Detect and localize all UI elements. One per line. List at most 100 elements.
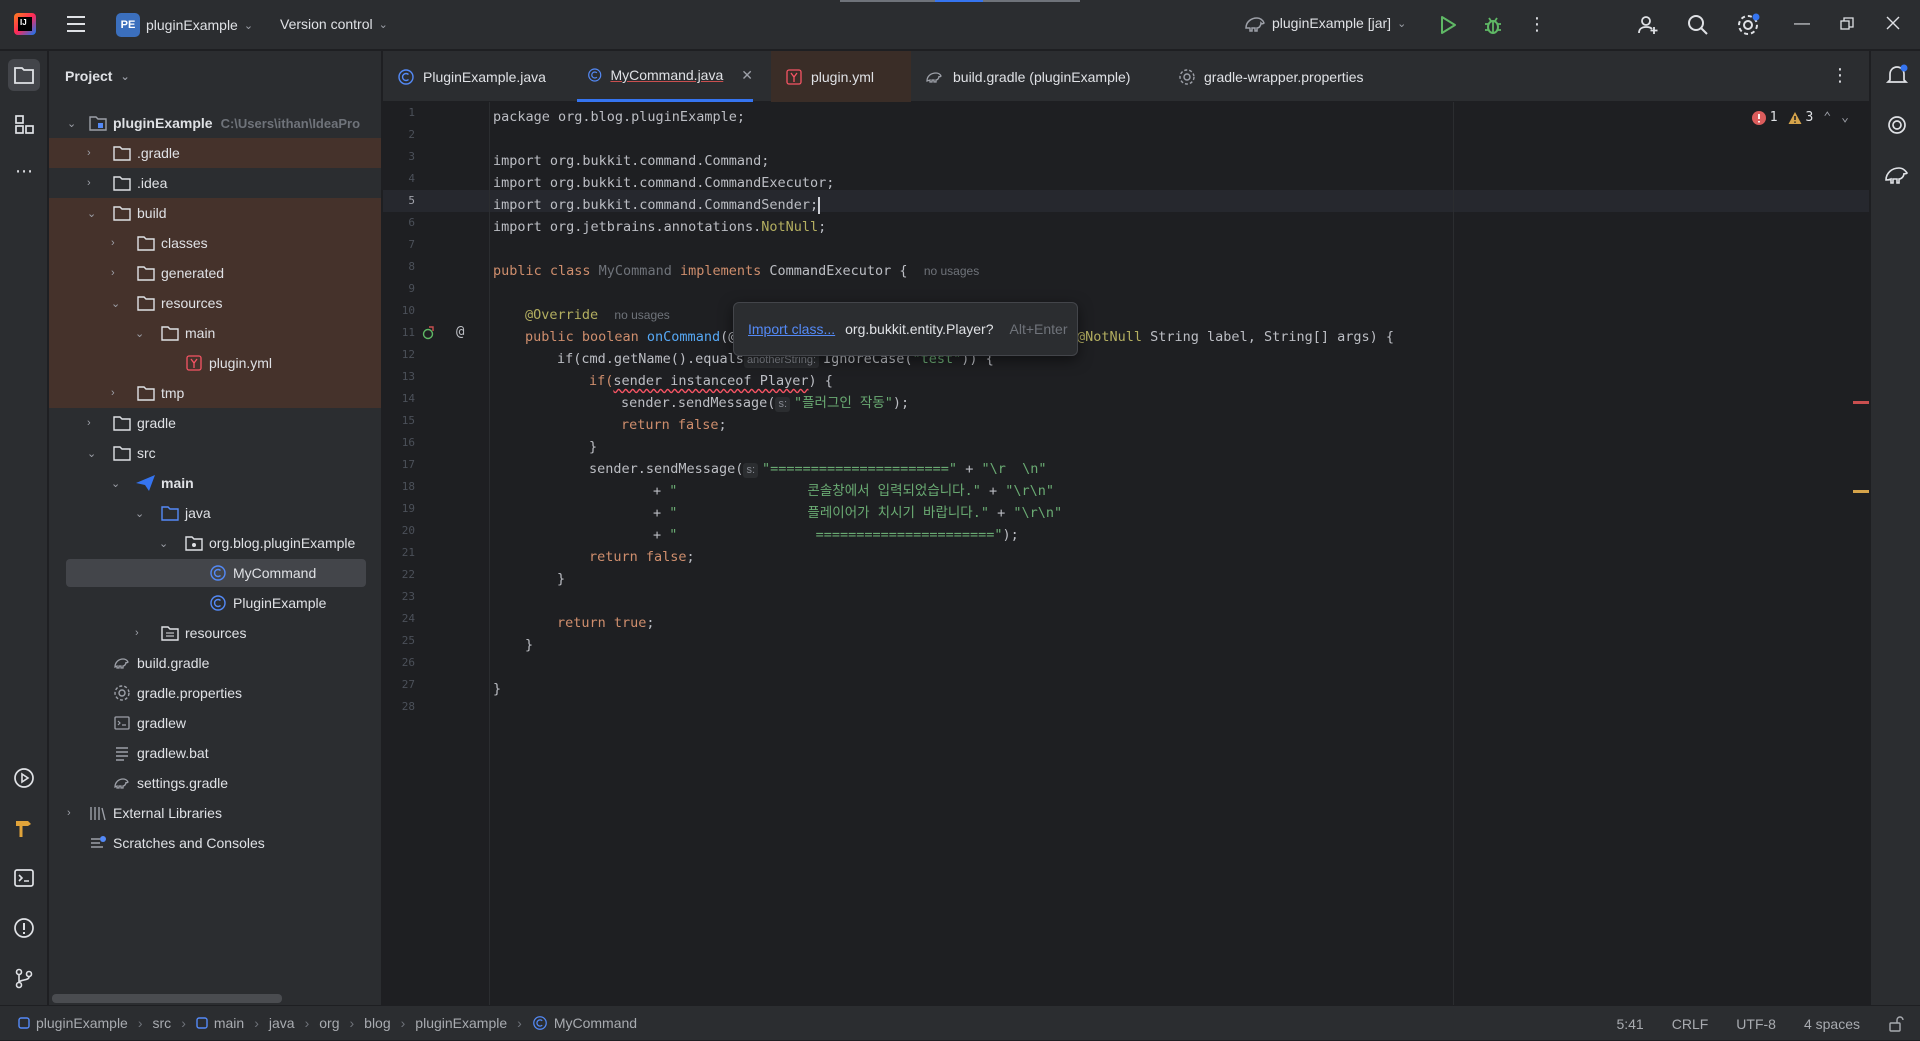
restore-icon[interactable] bbox=[1840, 17, 1854, 31]
code-editor[interactable]: 1 2 3 4 5 6 7 8 9 10 11 12 13 14 15 16 1… bbox=[383, 102, 1869, 1005]
inspection-widget[interactable]: 1 3 ⌃ ⌄ bbox=[1751, 110, 1849, 125]
next-highlight-icon[interactable]: ⌄ bbox=[1841, 110, 1849, 125]
tab-mycommand-java[interactable]: MyCommand.java ✕ bbox=[577, 51, 753, 102]
tree-item-external-libraries[interactable]: › External Libraries bbox=[49, 798, 381, 828]
breadcrumb-src[interactable]: src bbox=[153, 1015, 172, 1031]
tree-item-root[interactable]: ⌄ pluginExample C:\Users\ithan\IdeaPro bbox=[49, 108, 381, 138]
more-actions-icon[interactable]: ⋮ bbox=[1528, 14, 1546, 35]
error-stripe-mark[interactable] bbox=[1853, 401, 1869, 404]
services-run-icon[interactable] bbox=[8, 762, 40, 794]
breadcrumb-pluginexample[interactable]: pluginExample bbox=[415, 1015, 507, 1031]
intellij-logo-icon[interactable]: IJ bbox=[14, 13, 36, 35]
chevron-down-icon: ⌄ bbox=[135, 328, 145, 340]
warning-stripe-mark[interactable] bbox=[1853, 490, 1869, 493]
breadcrumb-java[interactable]: java bbox=[269, 1015, 295, 1031]
tree-item-settings-gradle[interactable]: settings.gradle bbox=[49, 768, 381, 798]
tree-item-generated[interactable]: › generated bbox=[49, 258, 381, 288]
project-tool-icon[interactable] bbox=[8, 59, 40, 91]
folder-icon bbox=[137, 266, 155, 281]
project-switcher[interactable]: PE pluginExample ⌄ bbox=[116, 13, 253, 37]
tree-item-pluginexample[interactable]: PluginExample bbox=[49, 588, 381, 618]
tree-label: org.blog.pluginExample bbox=[209, 535, 356, 551]
tree-item-idea[interactable]: › .idea bbox=[49, 168, 381, 198]
code-text: import org.bukkit.command.CommandSender; bbox=[493, 197, 819, 213]
code-line-16: } bbox=[589, 439, 598, 455]
tree-item-gradle-properties[interactable]: gradle.properties bbox=[49, 678, 381, 708]
folder-icon bbox=[113, 446, 131, 461]
gradle-file-icon bbox=[926, 71, 942, 83]
breadcrumb-project[interactable]: pluginExample bbox=[18, 1015, 128, 1031]
override-at-icon[interactable]: @ bbox=[456, 324, 464, 340]
tree-item-resources-src[interactable]: › resources bbox=[49, 618, 381, 648]
git-branch-icon[interactable] bbox=[8, 962, 40, 994]
tree-item-java[interactable]: ⌄ java bbox=[49, 498, 381, 528]
tree-item-resources-build[interactable]: ⌄ resources bbox=[49, 288, 381, 318]
ai-assistant-icon[interactable] bbox=[1885, 113, 1909, 137]
usage-hint[interactable]: no usages bbox=[924, 264, 979, 278]
usage-hint[interactable]: no usages bbox=[614, 308, 669, 322]
java-class-icon bbox=[210, 595, 226, 611]
debug-icon[interactable] bbox=[1482, 14, 1504, 36]
search-icon[interactable] bbox=[1686, 13, 1710, 37]
lock-icon[interactable] bbox=[1888, 1015, 1904, 1032]
tree-item-gradle-dot[interactable]: › .gradle bbox=[49, 138, 381, 168]
tab-pluginexample-java[interactable]: PluginExample.java bbox=[397, 51, 566, 102]
gradle-tool-icon[interactable] bbox=[1884, 163, 1910, 185]
file-encoding[interactable]: UTF-8 bbox=[1736, 1016, 1776, 1032]
tree-item-tmp[interactable]: › tmp bbox=[49, 378, 381, 408]
project-panel-header[interactable]: Project ⌄ bbox=[49, 51, 381, 101]
import-class-link[interactable]: Import class... bbox=[748, 321, 835, 337]
line-number: 9 bbox=[408, 282, 415, 295]
horizontal-scrollbar[interactable] bbox=[52, 994, 282, 1003]
line-separator[interactable]: CRLF bbox=[1672, 1016, 1709, 1032]
minimize-icon[interactable]: — bbox=[1794, 15, 1810, 33]
tree-item-gradlew[interactable]: gradlew bbox=[49, 708, 381, 738]
code-string: "\r\n" bbox=[1013, 505, 1063, 521]
tree-item-scratches[interactable]: Scratches and Consoles bbox=[49, 828, 381, 858]
close-window-icon[interactable] bbox=[1886, 16, 1900, 30]
more-tools-icon[interactable]: ⋯ bbox=[8, 155, 40, 187]
build-hammer-icon[interactable] bbox=[8, 812, 40, 844]
caret-position[interactable]: 5:41 bbox=[1616, 1016, 1643, 1032]
breadcrumb-blog[interactable]: blog bbox=[364, 1015, 390, 1031]
indent-setting[interactable]: 4 spaces bbox=[1804, 1016, 1860, 1032]
notifications-icon[interactable] bbox=[1885, 63, 1909, 87]
chevron-right-icon: › bbox=[67, 807, 71, 819]
problems-icon[interactable] bbox=[8, 912, 40, 944]
tree-item-classes[interactable]: › classes bbox=[49, 228, 381, 258]
run-icon[interactable] bbox=[1438, 14, 1458, 36]
vcs-menu[interactable]: Version control ⌄ bbox=[280, 16, 388, 32]
error-count[interactable]: 1 bbox=[1751, 110, 1778, 125]
tree-item-src[interactable]: ⌄ src bbox=[49, 438, 381, 468]
add-user-icon[interactable] bbox=[1636, 13, 1660, 37]
tree-item-gradlew-bat[interactable]: gradlew.bat bbox=[49, 738, 381, 768]
java-class-icon bbox=[210, 565, 226, 581]
tree-item-main-build[interactable]: ⌄ main bbox=[49, 318, 381, 348]
previous-highlight-icon[interactable]: ⌃ bbox=[1823, 110, 1831, 125]
run-config-selector[interactable]: pluginExample [jar] ⌄ bbox=[1244, 14, 1406, 32]
code-keyword: public boolean bbox=[525, 329, 647, 345]
code-error[interactable]: sender instanceof Player bbox=[613, 373, 808, 389]
tab-gradle-wrapper-properties[interactable]: gradle-wrapper.properties bbox=[1178, 51, 1364, 102]
structure-tool-icon[interactable] bbox=[8, 108, 40, 140]
tab-plugin-yml[interactable]: plugin.yml bbox=[771, 51, 911, 102]
tree-item-gradle[interactable]: › gradle bbox=[49, 408, 381, 438]
close-tab-icon[interactable]: ✕ bbox=[741, 67, 753, 84]
settings-gear-icon[interactable] bbox=[1736, 13, 1760, 37]
terminal-icon[interactable] bbox=[8, 862, 40, 894]
tabs-more-icon[interactable]: ⋮ bbox=[1831, 65, 1849, 86]
breadcrumb-org[interactable]: org bbox=[319, 1015, 339, 1031]
main-menu-icon[interactable] bbox=[66, 15, 86, 33]
tree-item-build-gradle[interactable]: build.gradle bbox=[49, 648, 381, 678]
tree-item-main-src[interactable]: ⌄ main bbox=[49, 468, 381, 498]
warning-count[interactable]: 3 bbox=[1788, 110, 1813, 125]
tree-item-mycommand[interactable]: MyCommand bbox=[49, 558, 381, 588]
tree-item-package[interactable]: ⌄ org.blog.pluginExample bbox=[49, 528, 381, 558]
tree-item-plugin-yml[interactable]: plugin.yml bbox=[49, 348, 381, 378]
code-line-5: import org.bukkit.command.CommandSender; bbox=[493, 194, 821, 216]
tree-item-build[interactable]: ⌄ build bbox=[49, 198, 381, 228]
implements-gutter-icon[interactable] bbox=[421, 326, 435, 340]
tab-build-gradle[interactable]: build.gradle (pluginExample) bbox=[925, 51, 1130, 102]
breadcrumb-main[interactable]: main bbox=[196, 1015, 244, 1031]
breadcrumb-mycommand[interactable]: MyCommand bbox=[532, 1015, 637, 1031]
